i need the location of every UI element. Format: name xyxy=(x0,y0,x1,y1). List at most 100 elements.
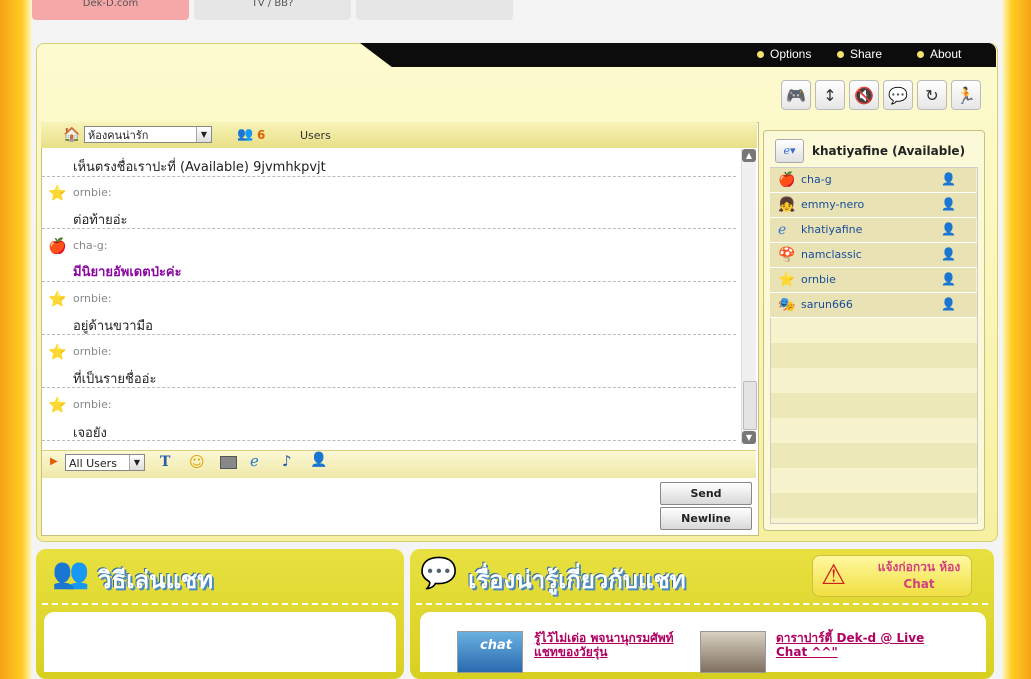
refresh-icon[interactable]: ↻ xyxy=(917,80,947,110)
howto-content xyxy=(44,612,396,672)
mute-icon[interactable]: 🔇 xyxy=(849,80,879,110)
bubble-icon[interactable]: 💬 xyxy=(883,80,913,110)
recipient-value: All Users xyxy=(69,457,117,470)
user-name: cha-g xyxy=(801,173,832,186)
mushroom-icon: 🍄 xyxy=(778,247,796,263)
article-link[interactable]: ดาราปาร์ตี้ Dek-d @ Live Chat ^^" xyxy=(776,631,956,659)
resize-icon[interactable]: ↕ xyxy=(815,80,845,110)
message-user: ornbie: xyxy=(73,186,112,199)
user-row[interactable]: 👧 emmy-nero 👤 xyxy=(770,193,976,218)
recipient-select[interactable]: All Users ▼ xyxy=(65,454,145,471)
user-name: namclassic xyxy=(801,248,862,261)
user-name: khatiyafine xyxy=(801,223,863,236)
party-thumbnail[interactable] xyxy=(700,631,766,673)
tab-dekd[interactable]: Dek-D.com xyxy=(32,0,189,20)
bullet-icon xyxy=(917,51,924,59)
send-button[interactable]: Send xyxy=(660,482,752,505)
user-row[interactable]: ⭐ ornbie 👤 xyxy=(770,268,976,293)
home-icon[interactable]: 🏠 xyxy=(63,127,80,143)
star-icon: ⭐ xyxy=(778,272,796,288)
input-toolbar xyxy=(42,450,756,478)
exit-icon[interactable]: 🏃 xyxy=(951,80,981,110)
message-item: เห็นตรงชื่อเราปะที่ (Available) 9jvmhkpv… xyxy=(42,149,736,177)
user-name: emmy-nero xyxy=(801,198,865,211)
tab-tv-label: TV / BB? xyxy=(251,0,294,9)
room-select[interactable]: ห้องคนน่ารัก ▼ xyxy=(84,126,212,143)
message-text: เห็นตรงชื่อเราปะที่ (Available) 9jvmhkpv… xyxy=(73,160,326,175)
star-icon: ⭐ xyxy=(48,290,67,308)
male-user-icon: 👤 xyxy=(941,272,956,286)
message-text: ต่อท้ายอ่ะ xyxy=(73,213,128,228)
chat-bubble-icon: 💬 xyxy=(420,556,458,591)
user-row[interactable]: 🍄 namclassic 👤 xyxy=(770,243,976,268)
arrow-right-icon: ▶ xyxy=(50,456,58,467)
warning-icon: ⚠ xyxy=(821,558,847,591)
users-label: Users xyxy=(300,129,331,142)
current-user-label: khatiyafine (Available) xyxy=(812,144,966,158)
message-user: ornbie: xyxy=(73,292,112,305)
music-icon[interactable]: ♪ xyxy=(282,452,292,470)
message-item: ⭐ ornbie: อยู่ด้านขวามือ xyxy=(42,282,736,335)
user-count: 6 xyxy=(257,128,266,142)
message-item: 🍎 cha-g: มีนิยายอัพเดตป่ะค่ะ xyxy=(42,229,736,282)
message-item: ⭐ ornbie: เจอยัง xyxy=(42,388,736,441)
bullet-icon xyxy=(837,51,844,59)
chevron-down-icon: ▼ xyxy=(129,455,144,470)
user-name: sarun666 xyxy=(801,298,853,311)
invite-icon[interactable]: 👤 xyxy=(310,452,327,468)
smiley-icon[interactable]: ☺ xyxy=(189,453,205,471)
male-user-icon: 👤 xyxy=(941,222,956,236)
message-item: ⭐ ornbie: ต่อท้ายอ่ะ xyxy=(42,177,736,229)
tab-dekd-label: Dek-D.com xyxy=(82,0,139,9)
mask-icon: 🎭 xyxy=(778,297,796,313)
about-title: เรื่องน่ารู้เกี่ยวกับแชท xyxy=(468,566,686,594)
message-text: ที่เป็นรายชื่ออ่ะ xyxy=(73,372,157,387)
top-menu-bar xyxy=(360,43,996,67)
message-item: ⭐ ornbie: ที่เป็นรายชื่ออ่ะ xyxy=(42,335,736,388)
user-row[interactable]: ℯ khatiyafine 👤 xyxy=(770,218,976,243)
user-row[interactable]: 🍎 cha-g 👤 xyxy=(770,168,976,193)
menu-about[interactable]: About xyxy=(917,47,961,61)
article-link[interactable]: รู้ไว้ไม่เด่อ พจนานุกรมศัพท์แชทของวัยรุ่… xyxy=(534,631,684,659)
image-icon[interactable] xyxy=(220,456,237,469)
tab-empty[interactable] xyxy=(356,0,513,20)
scroll-thumb[interactable] xyxy=(743,381,757,430)
message-user: ornbie: xyxy=(73,398,112,411)
chat-thumbnail-label: chat xyxy=(480,638,512,653)
game-icon[interactable]: 🎮 xyxy=(781,80,811,110)
ie-icon: ℯ xyxy=(778,222,787,238)
message-text: อยู่ด้านขวามือ xyxy=(73,319,153,334)
ie-icon[interactable]: ℯ xyxy=(250,452,259,470)
menu-share[interactable]: Share xyxy=(837,47,882,61)
male-user-icon: 👤 xyxy=(941,297,956,311)
star-icon: ⭐ xyxy=(48,184,67,202)
male-user-icon: 👤 xyxy=(941,247,956,261)
menu-options[interactable]: Options xyxy=(757,47,811,61)
message-scrollbar[interactable]: ▲ ▼ xyxy=(741,149,757,444)
scroll-up-icon[interactable]: ▲ xyxy=(742,149,756,162)
newline-button[interactable]: Newline xyxy=(660,507,752,530)
chat-thumbnail[interactable]: chat xyxy=(457,631,523,673)
text-format-icon[interactable]: T xyxy=(160,454,170,470)
people-icon: 👥 xyxy=(52,556,90,591)
scroll-down-icon[interactable]: ▼ xyxy=(742,431,756,444)
star-icon: ⭐ xyxy=(48,396,67,414)
message-text: เจอยัง xyxy=(73,426,107,441)
status-select[interactable]: ℯ▾ xyxy=(775,139,804,163)
user-name: ornbie xyxy=(801,273,836,286)
howto-divider xyxy=(42,603,398,605)
chevron-down-icon: ▼ xyxy=(196,127,211,142)
users-icon: 👥 xyxy=(237,127,254,142)
tab-tv[interactable]: TV / BB? xyxy=(194,0,351,20)
male-user-icon: 👤 xyxy=(941,172,956,186)
message-user: ornbie: xyxy=(73,345,112,358)
report-abuse-button[interactable]: ⚠ แจ้งก่อกวน ห้อง Chat xyxy=(812,555,972,597)
message-input[interactable] xyxy=(42,478,654,533)
message-user: cha-g: xyxy=(73,239,108,252)
girl-icon: 👧 xyxy=(778,197,796,213)
room-name: ห้องคนน่ารัก xyxy=(88,129,149,142)
user-row[interactable]: 🎭 sarun666 👤 xyxy=(770,293,976,318)
message-text: มีนิยายอัพเดตป่ะค่ะ xyxy=(73,265,182,280)
female-user-icon: 👤 xyxy=(941,197,956,211)
apple-icon: 🍎 xyxy=(48,237,67,255)
